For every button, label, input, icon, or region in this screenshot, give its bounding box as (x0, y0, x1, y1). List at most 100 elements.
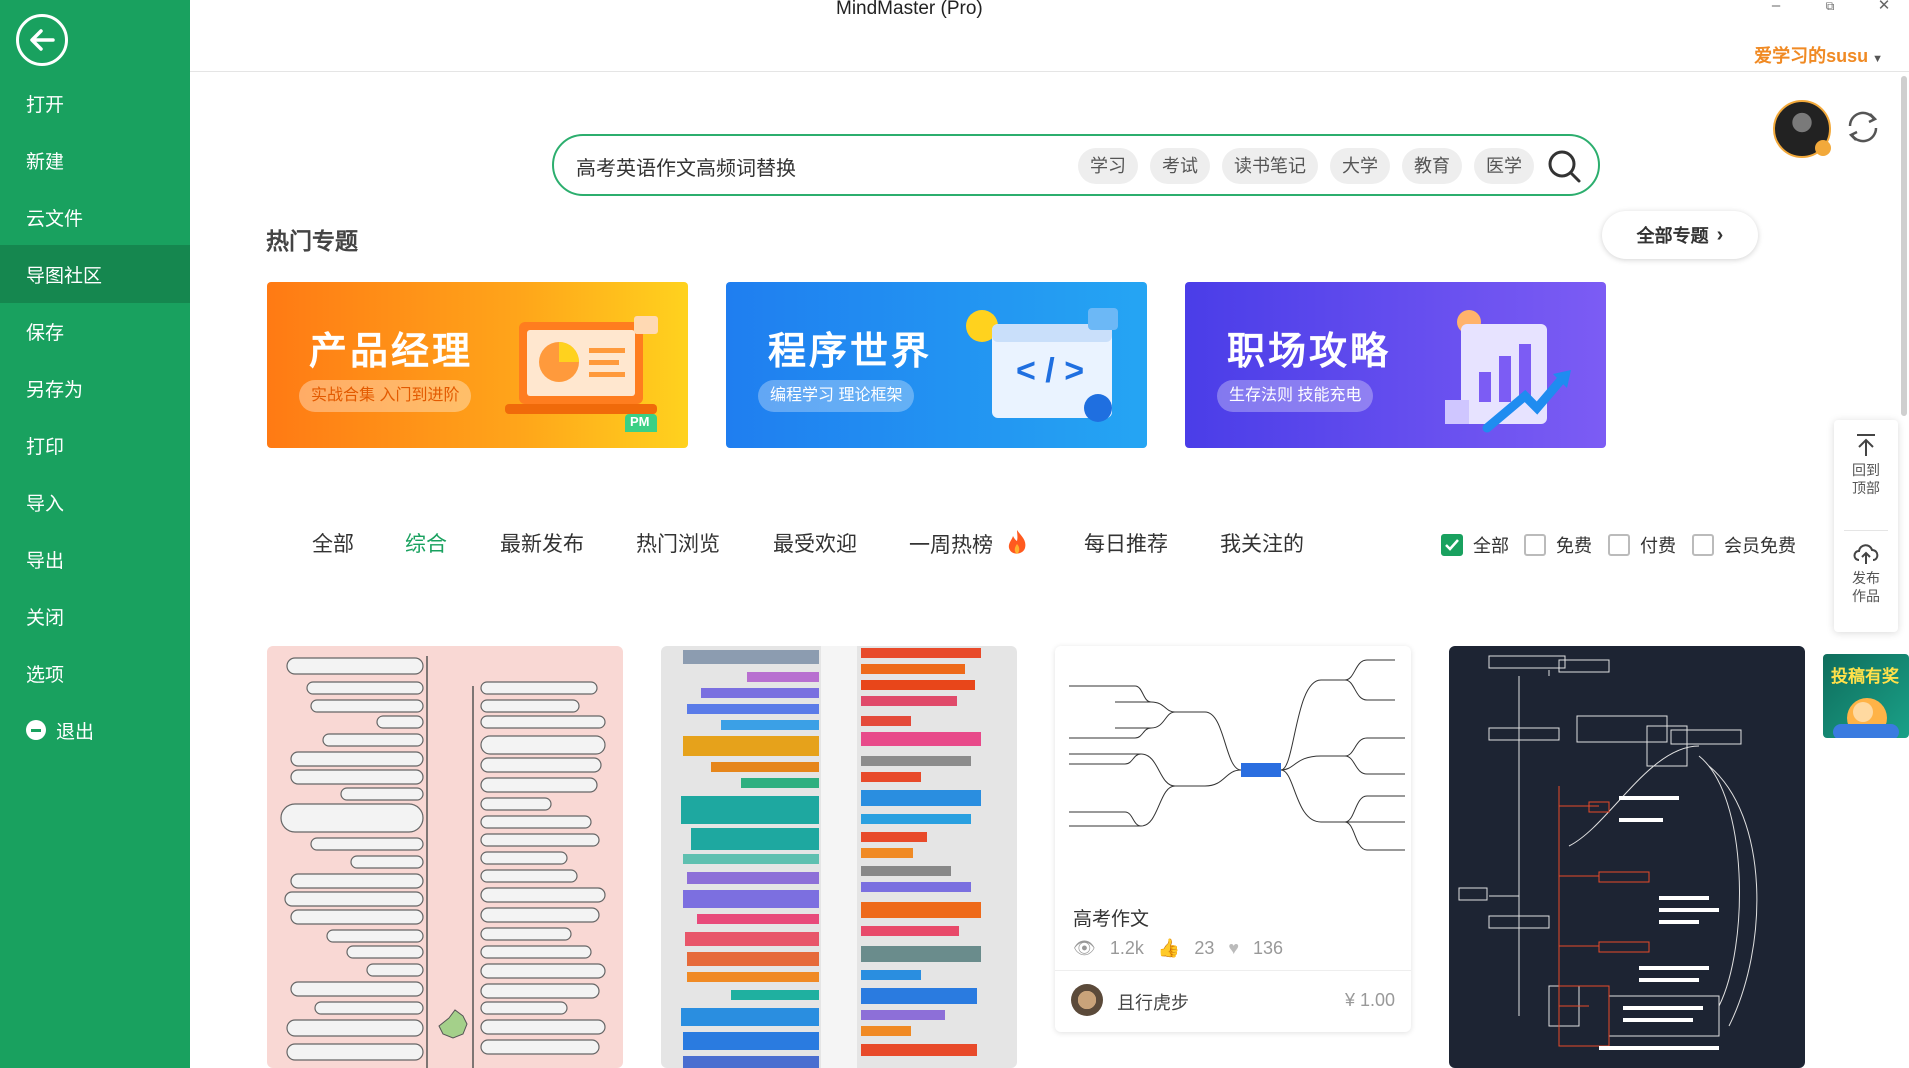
sidebar-item-import[interactable]: 导入 (0, 473, 190, 531)
sidebar-item-community[interactable]: 导图社区 (0, 245, 190, 303)
checkbox-icon (1692, 534, 1714, 556)
floating-panel: 回到 顶部 发布 作品 (1834, 420, 1898, 632)
sidebar-item-label: 关闭 (26, 607, 65, 629)
app-title: MindMaster (Pro) (836, 0, 983, 19)
tab-latest[interactable]: 最新发布 (500, 528, 584, 558)
exit-icon (26, 720, 46, 740)
sidebar-item-label: 打开 (26, 94, 65, 116)
all-topics-label: 全部专题 (1636, 226, 1709, 246)
tab-comprehensive[interactable]: 综合 (405, 528, 447, 558)
mindmap-card[interactable] (267, 646, 623, 1068)
sidebar-item-print[interactable]: 打印 (0, 416, 190, 474)
sidebar-item-label: 导出 (26, 550, 65, 572)
sidebar-item-save[interactable]: 保存 (0, 302, 190, 360)
search-chip[interactable]: 考试 (1150, 148, 1210, 184)
refresh-icon[interactable] (1842, 106, 1884, 148)
search-input[interactable] (576, 149, 1056, 183)
search-chip[interactable]: 教育 (1402, 148, 1462, 184)
tab-hot-views[interactable]: 热门浏览 (636, 528, 720, 558)
publish-button[interactable]: 发布 作品 (1834, 540, 1898, 640)
filter-member-free[interactable]: 会员免费 (1692, 532, 1796, 558)
banner-title: 职场攻略 (1227, 331, 1392, 373)
avatar[interactable] (1773, 100, 1831, 158)
filter-paid[interactable]: 付费 (1608, 532, 1676, 558)
author-name[interactable]: 且行虎步 (1117, 989, 1189, 1015)
back-top-label: 回到 (1852, 462, 1880, 478)
search-chip[interactable]: 学习 (1078, 148, 1138, 184)
sidebar-item-options[interactable]: 选项 (0, 644, 190, 702)
sidebar-item-open[interactable]: 打开 (0, 74, 190, 132)
search-icon[interactable] (1546, 148, 1582, 184)
sidebar-item-new[interactable]: 新建 (0, 131, 190, 189)
eye-icon: 👁 (1073, 938, 1096, 958)
filter-all[interactable]: 全部 (1441, 532, 1509, 558)
banner-title: 产品经理 (309, 331, 474, 373)
sidebar-item-exit[interactable]: 退出 (0, 701, 190, 759)
search-chip[interactable]: 医学 (1474, 148, 1534, 184)
mindmap-card[interactable] (661, 646, 1017, 1068)
cloud-upload-icon (1853, 544, 1879, 564)
banner-programming[interactable]: 程序世界 编程学习 理论框架 < / > (726, 282, 1147, 448)
author-avatar[interactable] (1071, 984, 1103, 1016)
tab-following[interactable]: 我关注的 (1220, 528, 1304, 558)
banner-subtitle: 编程学习 理论框架 (758, 380, 915, 412)
scrollbar-thumb[interactable] (1901, 76, 1907, 416)
thumbs-up-icon: 👍 (1157, 938, 1181, 958)
mindmap-thumbnail (280, 656, 606, 1068)
sidebar: 打开 新建 云文件 导图社区 保存 另存为 打印 导入 导出 关闭 选项 退出 (0, 0, 190, 1068)
search-bar: 学习 考试 读书笔记 大学 教育 医学 (552, 134, 1600, 196)
caret-down-icon: ▼ (1872, 53, 1883, 65)
heart-icon: ♥ (1228, 938, 1240, 958)
banner-product-manager[interactable]: 产品经理 实战合集 入门到进阶 PM (267, 282, 688, 448)
tab-weekly-hot[interactable]: 一周热榜 (909, 528, 1029, 559)
minimize-button[interactable]: – (1756, 0, 1796, 16)
vip-badge-icon (1815, 140, 1831, 156)
sidebar-item-cloud[interactable]: 云文件 (0, 188, 190, 246)
back-to-top-button[interactable]: 回到 顶部 (1834, 432, 1898, 532)
section-title: 热门专题 (266, 228, 358, 254)
search-chip[interactable]: 读书笔记 (1222, 148, 1318, 184)
publish-label: 发布 (1852, 570, 1880, 586)
filter-label: 会员免费 (1724, 536, 1796, 556)
mindmap-thumbnail (681, 646, 981, 1068)
banner-workplace[interactable]: 职场攻略 生存法则 技能充电 (1185, 282, 1606, 448)
tab-most-popular[interactable]: 最受欢迎 (773, 528, 857, 558)
filter-label: 全部 (1473, 536, 1509, 556)
banner-badge: PM (630, 414, 650, 429)
sidebar-item-save-as[interactable]: 另存为 (0, 359, 190, 417)
sidebar-item-label: 导图社区 (26, 265, 103, 287)
close-button[interactable]: ✕ (1864, 0, 1904, 16)
search-chip[interactable]: 大学 (1330, 148, 1390, 184)
growth-chart-icon (1445, 310, 1571, 433)
filter-label: 付费 (1640, 536, 1676, 556)
back-button[interactable] (16, 14, 68, 66)
favorite-count: 136 (1253, 938, 1284, 958)
app-window: 打开 新建 云文件 导图社区 保存 另存为 打印 导入 导出 关闭 选项 退出 … (0, 0, 1909, 1068)
sidebar-item-label: 保存 (26, 322, 65, 344)
user-menu[interactable]: 爱学习的susu ▼ (1754, 42, 1883, 68)
fire-icon (1008, 530, 1026, 554)
mindmap-card[interactable] (1449, 646, 1805, 1068)
sidebar-item-label: 新建 (26, 151, 65, 173)
submission-reward-ad[interactable]: 投稿有奖 (1823, 654, 1909, 738)
back-top-label: 顶部 (1852, 480, 1880, 496)
tab-daily-picks[interactable]: 每日推荐 (1084, 528, 1168, 558)
restore-button[interactable]: ⧉ (1810, 0, 1850, 16)
view-count: 1.2k (1109, 938, 1144, 958)
mindmap-card[interactable]: 高考作文 👁 1.2k 👍 23 ♥ 136 且行虎步 ¥ 1.00 (1055, 646, 1411, 1032)
title-bar: MindMaster (Pro) – ⧉ ✕ 爱学习的susu ▼ (190, 0, 1909, 72)
all-topics-button[interactable]: 全部专题 › (1602, 211, 1758, 259)
tab-all[interactable]: 全部 (312, 528, 354, 558)
tab-label: 一周热榜 (909, 534, 993, 557)
filter-free[interactable]: 免费 (1524, 532, 1592, 558)
arrow-left-icon (30, 29, 55, 51)
banner-code: < / > (1016, 352, 1085, 390)
mascot-icon (1833, 698, 1899, 738)
card-stats: 👁 1.2k 👍 23 ♥ 136 (1073, 938, 1283, 959)
scrollbar[interactable] (1900, 72, 1909, 1068)
mindmap-thumbnail (1069, 659, 1405, 851)
checkbox-icon (1524, 534, 1546, 556)
sidebar-item-close[interactable]: 关闭 (0, 587, 190, 645)
sidebar-item-export[interactable]: 导出 (0, 530, 190, 588)
card-title: 高考作文 (1073, 909, 1150, 930)
